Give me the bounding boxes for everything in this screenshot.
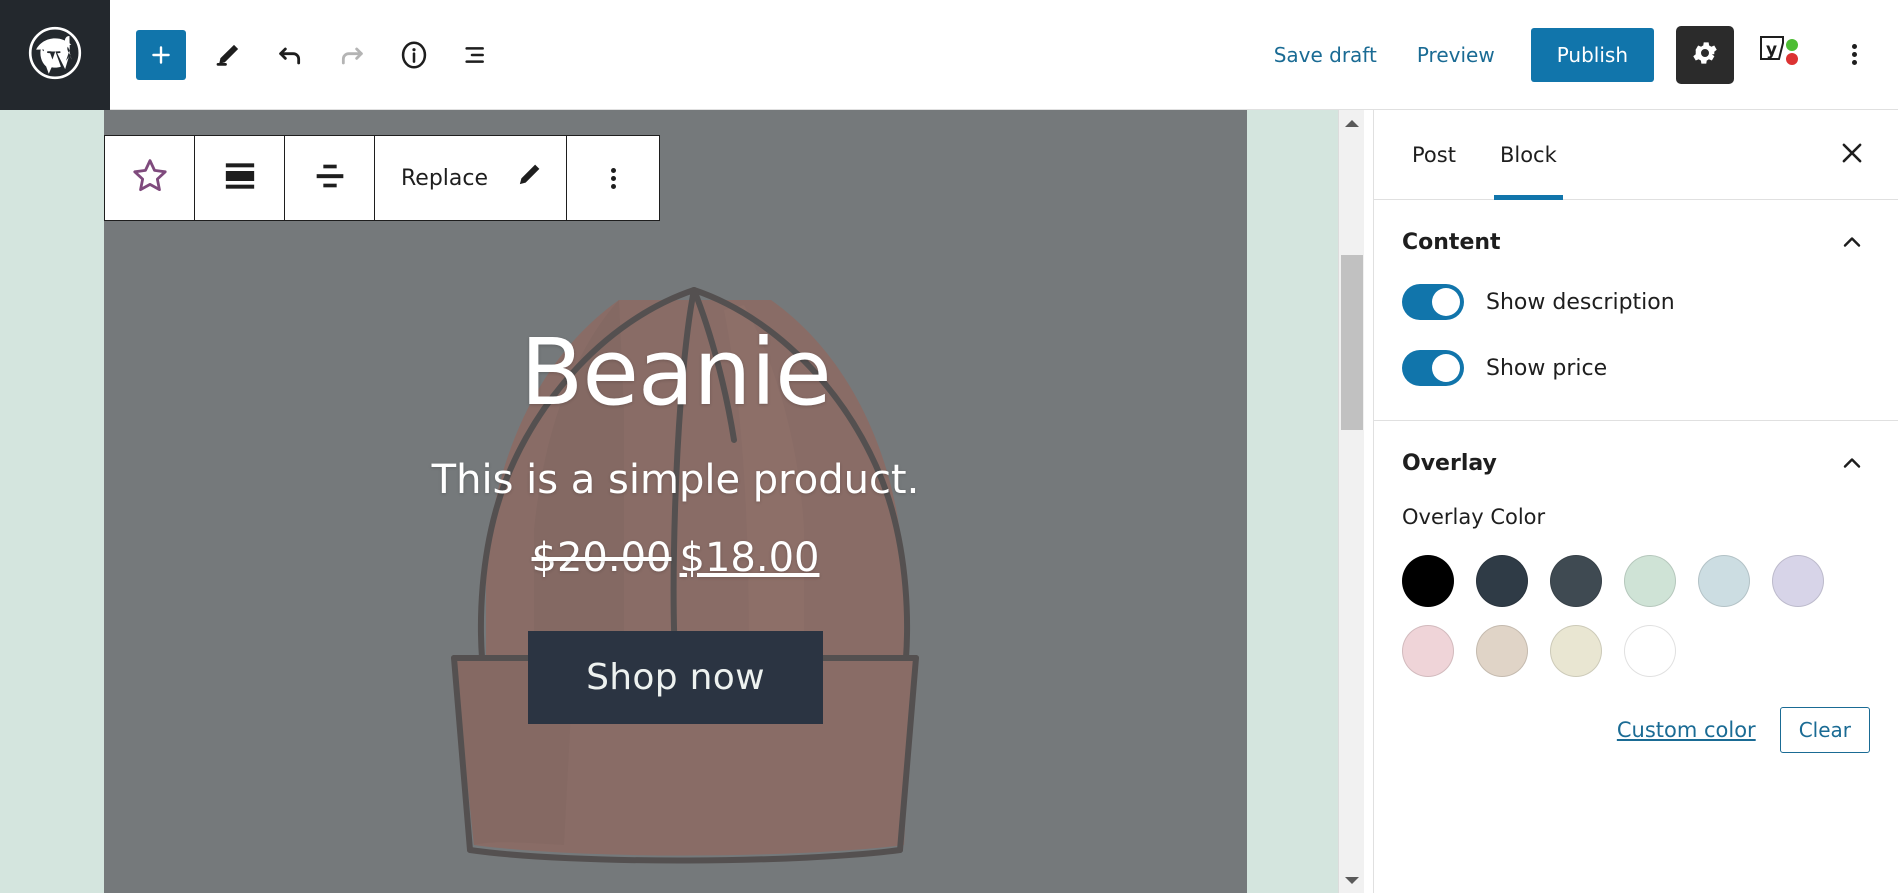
close-icon [1837,138,1867,172]
close-sidebar-button[interactable] [1828,131,1876,179]
product-description: This is a simple product. [432,457,920,503]
editor-canvas: Beanie This is a simple product. $20.00$… [0,110,1352,893]
product-price: $20.00$18.00 [532,535,820,581]
overlay-swatch-8[interactable] [1550,625,1602,677]
editor-top-bar: Save draft Preview Publish y [0,0,1898,110]
info-circle-icon [398,39,430,71]
shop-now-button[interactable]: Shop now [528,631,823,724]
chevron-up-icon[interactable] [1834,445,1870,481]
toggle-show-price[interactable]: Show price [1402,350,1870,386]
panel-content-title: Content [1402,230,1501,255]
add-block-button[interactable] [136,30,186,80]
show-price-label: Show price [1486,356,1607,381]
overlay-swatch-9[interactable] [1624,625,1676,677]
cover-block-button[interactable] [195,136,285,220]
toggle-show-description[interactable]: Show description [1402,284,1870,320]
list-view-icon [460,39,492,71]
overlay-color-label: Overlay Color [1402,505,1870,529]
panel-content-header[interactable]: Content [1402,200,1870,284]
yoast-seo-button[interactable]: y [1750,26,1810,84]
panel-content-body: Show description Show price [1402,284,1870,420]
caret-down-icon [1345,877,1359,884]
overlay-color-swatches [1402,555,1832,677]
overlay-swatch-4[interactable] [1698,555,1750,607]
svg-text:y: y [1766,40,1777,60]
wordpress-logo-icon [28,26,82,84]
overlay-swatch-0[interactable] [1402,555,1454,607]
overlay-swatch-1[interactable] [1476,555,1528,607]
pencil-icon [213,40,243,70]
overlay-swatch-6[interactable] [1402,625,1454,677]
wordpress-logo-button[interactable] [0,0,110,110]
top-bar-tools [110,27,504,83]
cover-block[interactable]: Beanie This is a simple product. $20.00$… [104,110,1247,893]
cover-block-icon [220,156,260,200]
editor-vertical-scrollbar[interactable] [1338,110,1364,893]
caret-up-icon [1345,120,1359,127]
overlay-swatch-7[interactable] [1476,625,1528,677]
tab-block[interactable]: Block [1478,110,1579,200]
align-button[interactable] [285,136,375,220]
kebab-menu-icon [1852,41,1857,68]
panel-overlay: Overlay Overlay Color Custom color Clear [1374,421,1898,783]
scroll-down-button[interactable] [1339,867,1365,893]
cover-content: Beanie This is a simple product. $20.00$… [104,110,1247,893]
overlay-swatch-2[interactable] [1550,555,1602,607]
overlay-swatch-5[interactable] [1772,555,1824,607]
sidebar-tabs: Post Block [1374,110,1898,200]
tab-post[interactable]: Post [1390,110,1478,200]
settings-sidebar: Post Block Content Show description [1373,110,1898,893]
more-options-button[interactable] [1828,26,1880,84]
price-sale: $18.00 [680,535,820,581]
edit-tool-button[interactable] [200,27,256,83]
show-description-switch[interactable] [1402,284,1464,320]
replace-label: Replace [401,166,488,191]
panel-content: Content Show description Show price [1374,200,1898,421]
product-title: Beanie [520,327,831,419]
kebab-menu-icon [611,165,616,192]
yoast-seo-icon: y [1758,33,1802,77]
pencil-icon [514,160,544,196]
top-bar-actions: Save draft Preview Publish y [1254,26,1898,84]
chevron-up-icon[interactable] [1834,224,1870,260]
plus-icon [148,42,174,68]
redo-button[interactable] [324,27,380,83]
settings-button[interactable] [1676,26,1734,84]
align-center-icon [310,156,350,200]
show-description-label: Show description [1486,290,1675,315]
custom-color-link[interactable]: Custom color [1617,718,1756,742]
clear-color-button[interactable]: Clear [1780,707,1870,753]
details-button[interactable] [386,27,442,83]
publish-button[interactable]: Publish [1531,28,1654,82]
block-more-options-button[interactable] [567,136,659,220]
block-type-star-button[interactable] [105,136,195,220]
block-toolbar: Replace [104,135,660,221]
list-view-button[interactable] [448,27,504,83]
redo-arrow-icon [336,39,368,71]
panel-overlay-title: Overlay [1402,451,1497,476]
panel-overlay-header[interactable]: Overlay [1402,421,1870,505]
scrollbar-thumb[interactable] [1341,255,1363,430]
undo-button[interactable] [262,27,318,83]
star-outline-icon [129,155,171,201]
undo-arrow-icon [274,39,306,71]
editor-scroll-area: Beanie This is a simple product. $20.00$… [0,110,1352,893]
preview-button[interactable]: Preview [1397,31,1515,79]
panel-overlay-body: Overlay Color Custom color Clear [1402,505,1870,783]
price-regular: $20.00 [532,535,672,581]
show-price-switch[interactable] [1402,350,1464,386]
replace-media-button[interactable]: Replace [375,136,567,220]
save-draft-button[interactable]: Save draft [1254,31,1397,79]
overlay-color-actions: Custom color Clear [1402,707,1870,753]
scroll-up-button[interactable] [1339,110,1365,136]
overlay-swatch-3[interactable] [1624,555,1676,607]
gear-icon [1690,38,1720,72]
